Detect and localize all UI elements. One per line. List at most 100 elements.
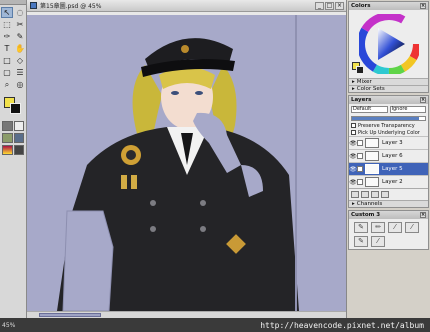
minimize-button[interactable]: _	[315, 1, 324, 10]
opacity-slider[interactable]	[351, 116, 426, 121]
expand-icon: ▸	[352, 79, 355, 85]
delete-layer-button[interactable]	[381, 191, 389, 198]
brush-preset-icon[interactable]: ⁄	[405, 222, 419, 233]
brush-preset-icon[interactable]: ⁄	[388, 222, 402, 233]
watermark-url: http://heavencode.pixnet.net/album	[260, 320, 424, 330]
layer-row[interactable]: 👁 Layer 3	[349, 136, 428, 149]
new-group-button[interactable]	[351, 191, 359, 198]
selection-tool-icon[interactable]: ↖	[1, 7, 13, 18]
document-window: 第15章圖.psd @ 45% _ □ ×	[27, 0, 346, 318]
background-color-swatch[interactable]	[10, 103, 21, 114]
layer-row[interactable]: 👁 Layer 6	[349, 149, 428, 162]
expand-icon: ▸	[352, 201, 355, 207]
eye-icon[interactable]: 👁	[349, 166, 357, 173]
layer-row-selected[interactable]: 👁 Layer 5	[349, 162, 428, 175]
brush-preset-icon[interactable]: ✏	[371, 222, 385, 233]
lock-icon[interactable]	[357, 166, 363, 172]
color-swatches[interactable]	[2, 95, 24, 117]
mixer-panel[interactable]: ▸ Mixer	[349, 78, 428, 85]
brush-tool-icon[interactable]: ☰	[14, 67, 26, 78]
close-icon[interactable]: ×	[420, 97, 426, 103]
dropper-tool-icon[interactable]: ▢	[1, 67, 13, 78]
new-layer-button[interactable]	[361, 191, 369, 198]
lock-icon[interactable]	[357, 179, 363, 185]
panels-dock: Colors × ▸ Mixer ▸ Color Sets Layers × D…	[346, 0, 430, 318]
color-wheel-area[interactable]	[349, 10, 428, 78]
maximize-button[interactable]: □	[325, 1, 334, 10]
brush-preset-icon[interactable]: ✎	[354, 236, 368, 247]
crop-tool-icon[interactable]: ✂	[14, 19, 26, 30]
lasso-tool-icon[interactable]: ◌	[14, 7, 26, 18]
close-icon[interactable]: ×	[420, 3, 426, 9]
pick-up-underlying-label: Pick Up Underlying Color	[358, 129, 420, 136]
layer-mode-select[interactable]: Ignore	[389, 106, 426, 113]
layer-thumbnail	[365, 177, 379, 187]
grabber-tool-icon[interactable]: ✋	[14, 43, 26, 54]
layer-name: Layer 6	[382, 153, 403, 159]
toolbox: ↖ ◌ ⬚ ✂ ✑ ✎ T ✋ □ ◇ ▢ ☰ ⌕ ◎	[0, 0, 27, 318]
channels-panel-title: Channels	[356, 201, 383, 207]
document-title-bar[interactable]: 第15章圖.psd @ 45% _ □ ×	[27, 0, 346, 12]
color-sets-panel-title: Color Sets	[356, 86, 385, 92]
colors-panel-title: Colors	[351, 3, 371, 9]
composite-method-select[interactable]: Default	[351, 106, 388, 113]
mode-icon-1[interactable]	[2, 121, 13, 131]
preserve-transparency-label: Preserve Transparency	[358, 122, 415, 129]
pen-tool-icon[interactable]: ✎	[14, 31, 26, 42]
custom-palette-header[interactable]: Custom 3 ×	[349, 211, 428, 219]
rect-select-tool-icon[interactable]: ⬚	[1, 19, 13, 30]
layers-panel-header[interactable]: Layers ×	[349, 96, 428, 104]
eye-icon[interactable]: 👁	[349, 153, 357, 160]
pick-up-underlying-checkbox[interactable]	[351, 130, 356, 135]
colors-panel: Colors × ▸ Mixer ▸ Color Sets	[348, 1, 429, 93]
brush-preset-icon[interactable]: ⁄	[371, 236, 385, 247]
layer-thumbnail	[365, 151, 379, 161]
layer-name: Layer 3	[382, 140, 403, 146]
rotate-tool-icon[interactable]: ◎	[14, 79, 26, 90]
layers-panel-title: Layers	[351, 97, 372, 103]
drawing-canvas[interactable]	[27, 15, 346, 311]
zoom-tool-icon[interactable]: ⌕	[1, 79, 13, 90]
layer-row[interactable]: 👁 Layer 2	[349, 175, 428, 188]
color-sets-panel[interactable]: ▸ Color Sets	[349, 85, 428, 92]
additional-color-chip[interactable]	[356, 66, 364, 74]
layer-name: Layer 2	[382, 179, 403, 185]
document-title: 第15章圖.psd @ 45%	[40, 3, 102, 10]
canvas-guide	[295, 15, 297, 311]
magic-wand-tool-icon[interactable]: ✑	[1, 31, 13, 42]
layer-thumbnail	[365, 138, 379, 148]
mode-icon-2[interactable]	[13, 121, 24, 131]
zoom-readout: 45%	[2, 321, 16, 329]
brush-preset-icon[interactable]: ✎	[354, 222, 368, 233]
layer-name: Layer 5	[382, 166, 403, 172]
scrollbar-thumb[interactable]	[39, 313, 101, 317]
layer-toolbar	[349, 188, 428, 200]
text-tool-icon[interactable]: T	[1, 43, 13, 54]
artwork-illustration	[57, 38, 299, 311]
weave-icon[interactable]	[13, 145, 24, 155]
custom-palette-title: Custom 3	[351, 212, 381, 218]
mixer-panel-title: Mixer	[356, 79, 372, 85]
lock-icon[interactable]	[357, 153, 363, 159]
colors-panel-header[interactable]: Colors ×	[349, 2, 428, 10]
expand-icon: ▸	[352, 86, 355, 92]
close-icon[interactable]: ×	[420, 212, 426, 218]
shape-tool-icon[interactable]: ◇	[14, 55, 26, 66]
horizontal-scrollbar[interactable]	[27, 311, 346, 318]
preserve-transparency-checkbox[interactable]	[351, 123, 356, 128]
lock-icon[interactable]	[357, 140, 363, 146]
gradient-icon[interactable]	[2, 145, 13, 155]
mask-button[interactable]	[371, 191, 379, 198]
paper-icon[interactable]	[2, 133, 13, 143]
eye-icon[interactable]: 👁	[349, 179, 357, 186]
tool-grid: ↖ ◌ ⬚ ✂ ✑ ✎ T ✋ □ ◇ ▢ ☰ ⌕ ◎	[0, 5, 26, 92]
custom-palette-panel: Custom 3 × ✎ ✏ ⁄ ⁄ ✎ ⁄	[348, 210, 429, 250]
layers-panel: Layers × Default Ignore Preserve Transpa…	[348, 95, 429, 208]
pattern-icon[interactable]	[13, 133, 24, 143]
color-wheel[interactable]	[357, 12, 421, 76]
close-button[interactable]: ×	[335, 1, 344, 10]
eye-icon[interactable]: 👁	[349, 140, 357, 147]
document-icon	[30, 2, 37, 9]
channels-panel[interactable]: ▸ Channels	[349, 200, 428, 207]
rect-shape-tool-icon[interactable]: □	[1, 55, 13, 66]
